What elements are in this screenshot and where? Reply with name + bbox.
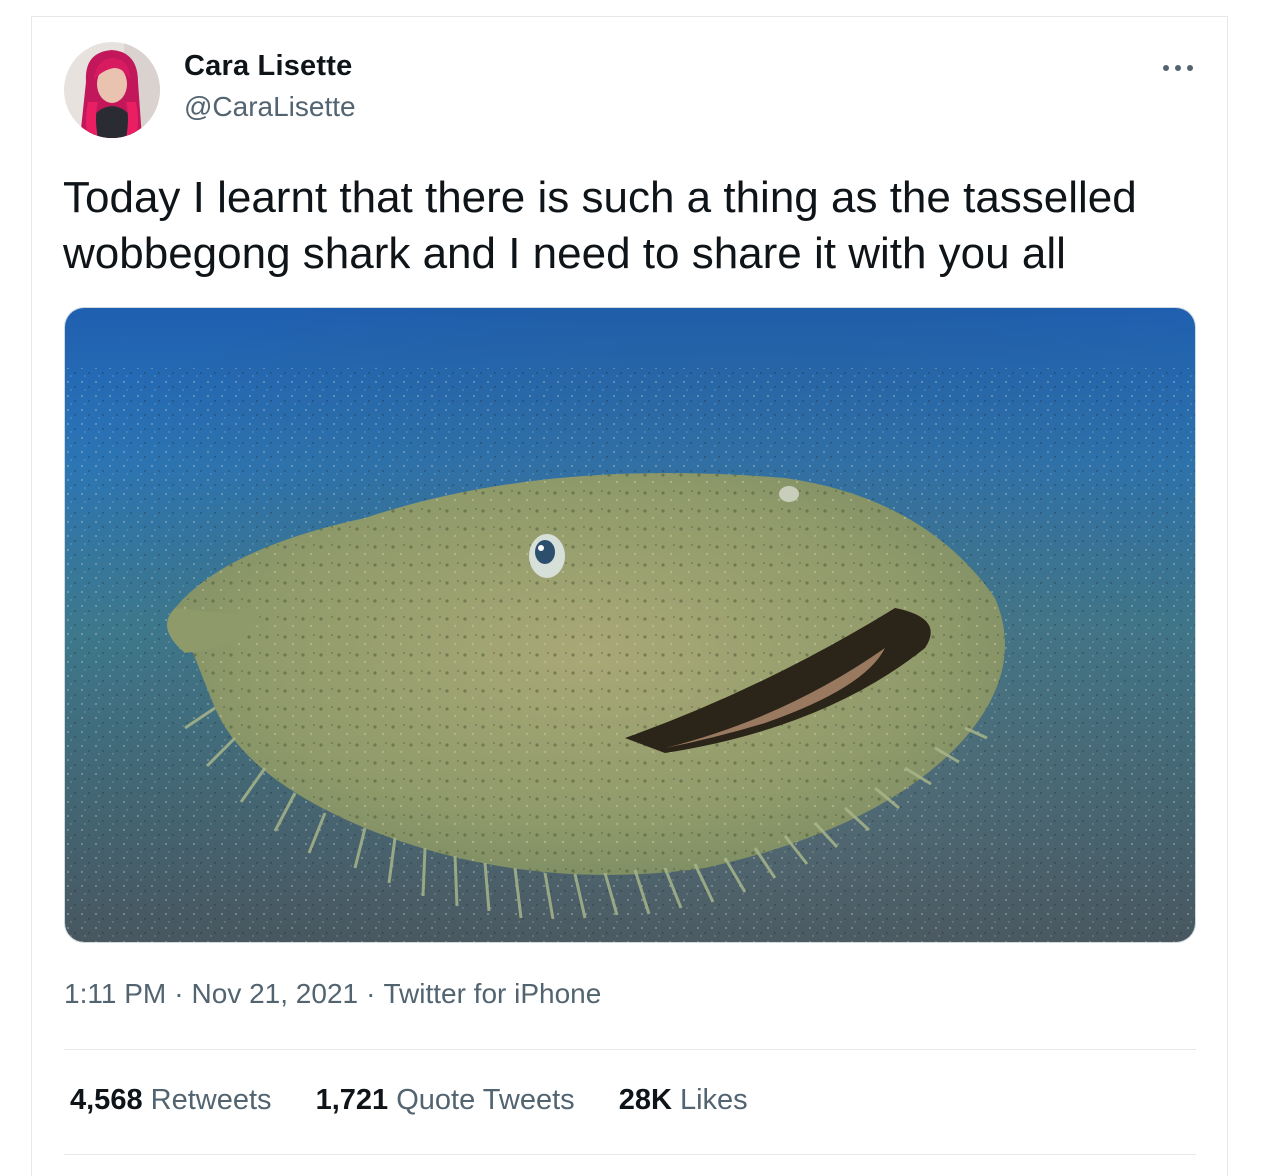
avatar-image: [64, 42, 160, 138]
author-handle[interactable]: @CaraLisette: [184, 91, 356, 123]
likes-stat[interactable]: 28K Likes: [619, 1084, 748, 1117]
retweets-stat[interactable]: 4,568 Retweets: [70, 1084, 272, 1117]
more-options-icon[interactable]: [1158, 56, 1198, 80]
tweet-time[interactable]: 1:11 PM: [64, 978, 166, 1009]
more-dots-glyph: [1163, 65, 1193, 71]
author-avatar[interactable]: [64, 42, 160, 138]
likes-label: Likes: [679, 1084, 748, 1116]
tweet-text: Today I learnt that there is such a thin…: [63, 173, 1137, 278]
tweet-date[interactable]: Nov 21, 2021: [192, 978, 359, 1009]
meta-separator: ·: [174, 978, 184, 1009]
quote-tweets-count: 1,721: [315, 1084, 389, 1116]
meta-separator: ·: [366, 978, 376, 1009]
likes-count: 28K: [618, 1084, 672, 1116]
tweet-stats: 4,568 Retweets 1,721 Quote Tweets 28K Li…: [70, 1084, 784, 1117]
quote-tweets-stat[interactable]: 1,721 Quote Tweets: [316, 1084, 575, 1117]
tweet-media-photo[interactable]: [64, 307, 1196, 943]
tweet-source[interactable]: Twitter for iPhone: [383, 978, 601, 1009]
stats-divider-bottom: [64, 1154, 1196, 1155]
stats-divider-top: [64, 1049, 1196, 1050]
author-display-name[interactable]: Cara Lisette: [184, 50, 352, 83]
retweets-label: Retweets: [150, 1084, 272, 1116]
tweet-timestamp-line: 1:11 PM · Nov 21, 2021 · Twitter for iPhone: [64, 978, 601, 1010]
photo-tasselled-wobbegong-shark: [65, 308, 1195, 942]
retweets-count: 4,568: [70, 1084, 143, 1116]
quote-tweets-label: Quote Tweets: [396, 1084, 575, 1116]
